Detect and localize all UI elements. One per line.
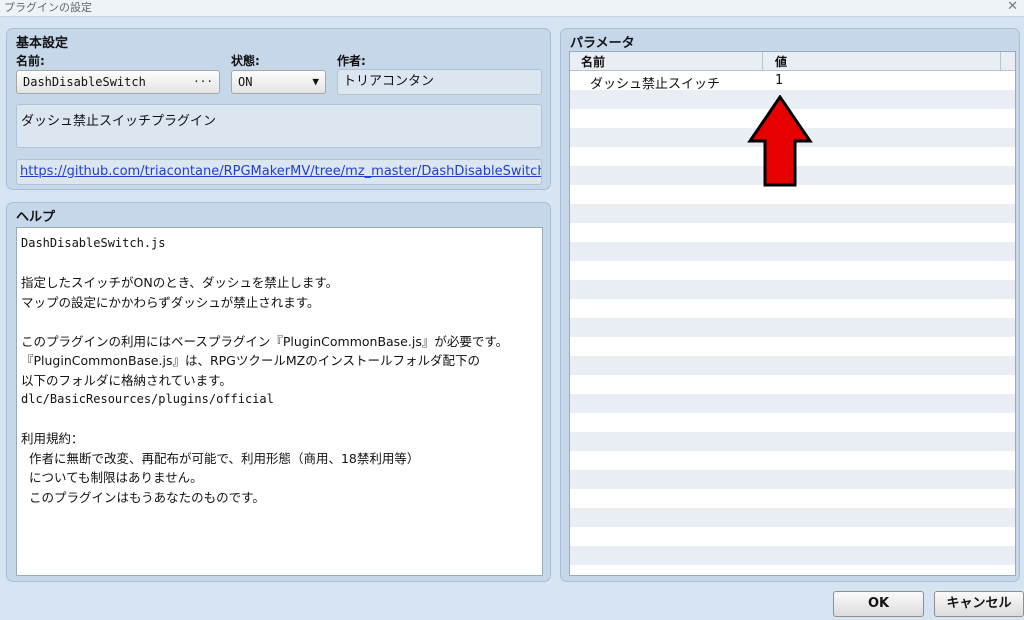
- empty-table-row[interactable]: [570, 242, 1015, 261]
- empty-table-row[interactable]: [570, 318, 1015, 337]
- help-line: dlc/BasicResources/plugins/official: [21, 392, 274, 406]
- status-value: ON: [238, 75, 253, 89]
- browse-icon[interactable]: ···: [193, 71, 213, 93]
- status-select[interactable]: ON ▼: [231, 70, 326, 94]
- close-icon[interactable]: ✕: [1007, 0, 1018, 14]
- column-divider[interactable]: [1000, 52, 1001, 70]
- description-text: ダッシュ禁止スイッチプラグイン: [21, 114, 217, 129]
- plugin-name-selector[interactable]: DashDisableSwitch ···: [16, 70, 220, 94]
- basic-settings-group: 基本設定 名前: DashDisableSwitch ··· 状態: ON ▼ …: [6, 28, 551, 190]
- table-header: 名前 値: [570, 52, 1015, 71]
- empty-table-row[interactable]: [570, 261, 1015, 280]
- help-line: 作者に無断で改変、再配布が可能で、利用形態（商用、18禁利用等）: [21, 450, 420, 466]
- column-divider[interactable]: [762, 52, 763, 70]
- empty-table-row[interactable]: [570, 299, 1015, 318]
- table-row[interactable]: ダッシュ禁止スイッチ 1: [570, 71, 1015, 92]
- help-line: 指定したスイッチがONのとき、ダッシュを禁止します。: [21, 275, 339, 290]
- help-line: [21, 312, 538, 332]
- empty-table-row[interactable]: [570, 223, 1015, 242]
- url-field: https://github.com/triacontane/RPGMakerM…: [16, 159, 542, 185]
- empty-table-row[interactable]: [570, 451, 1015, 470]
- name-label: 名前:: [16, 54, 45, 68]
- empty-table-row[interactable]: [570, 527, 1015, 546]
- help-line: 以下のフォルダに格納されています。: [21, 372, 232, 388]
- empty-table-row[interactable]: [570, 204, 1015, 223]
- description-field: ダッシュ禁止スイッチプラグイン: [16, 104, 542, 148]
- column-header-value[interactable]: 値: [775, 53, 787, 70]
- author-value: トリアコンタン: [343, 74, 435, 89]
- empty-table-row[interactable]: [570, 432, 1015, 451]
- empty-table-row[interactable]: [570, 470, 1015, 489]
- help-line: このプラグインはもうあなたのものです。: [21, 489, 265, 505]
- column-header-name[interactable]: 名前: [581, 53, 605, 70]
- title-bar: プラグインの設定 ✕: [0, 0, 1024, 17]
- empty-table-row[interactable]: [570, 280, 1015, 299]
- author-field: トリアコンタン: [337, 69, 542, 95]
- help-line: このプラグインの利用にはベースプラグイン『PluginCommonBase.js…: [21, 333, 509, 349]
- help-line: [21, 410, 538, 430]
- param-value: 1: [775, 73, 784, 88]
- empty-table-row[interactable]: [570, 337, 1015, 356]
- ok-button[interactable]: OK: [833, 591, 924, 617]
- help-line: 利用規約：: [21, 431, 84, 446]
- empty-table-row[interactable]: [570, 375, 1015, 394]
- cancel-button[interactable]: キャンセル: [934, 591, 1024, 617]
- empty-table-row[interactable]: [570, 356, 1015, 375]
- empty-table-row[interactable]: [570, 546, 1015, 565]
- help-line: 『PluginCommonBase.js』は、RPGツクールMZのインストールフ…: [21, 353, 480, 368]
- help-line: DashDisableSwitch.js: [21, 236, 166, 250]
- empty-table-row[interactable]: [570, 565, 1015, 575]
- help-text-area[interactable]: DashDisableSwitch.js 指定したスイッチがONのとき、ダッシュ…: [16, 227, 543, 576]
- empty-table-row[interactable]: [570, 413, 1015, 432]
- empty-table-row[interactable]: [570, 489, 1015, 508]
- empty-table-row[interactable]: [570, 185, 1015, 204]
- window-title: プラグインの設定: [4, 1, 92, 14]
- red-up-arrow-icon: [747, 95, 813, 187]
- help-line: についても制限はありません。: [21, 470, 203, 485]
- help-title: ヘルプ: [16, 210, 56, 225]
- parameters-title: パラメータ: [570, 36, 635, 51]
- empty-table-row[interactable]: [570, 508, 1015, 527]
- author-label: 作者:: [337, 54, 366, 68]
- help-group: ヘルプ DashDisableSwitch.js 指定したスイッチがONのとき、…: [6, 202, 551, 582]
- help-line: [21, 254, 538, 274]
- basic-settings-title: 基本設定: [16, 36, 69, 51]
- empty-table-row[interactable]: [570, 394, 1015, 413]
- plugin-url-link[interactable]: https://github.com/triacontane/RPGMakerM…: [20, 164, 541, 179]
- status-label: 状態:: [231, 54, 260, 68]
- plugin-name-value: DashDisableSwitch: [23, 75, 146, 89]
- chevron-down-icon[interactable]: ▼: [312, 71, 319, 93]
- help-line: マップの設定にかかわらずダッシュが禁止されます。: [21, 294, 320, 310]
